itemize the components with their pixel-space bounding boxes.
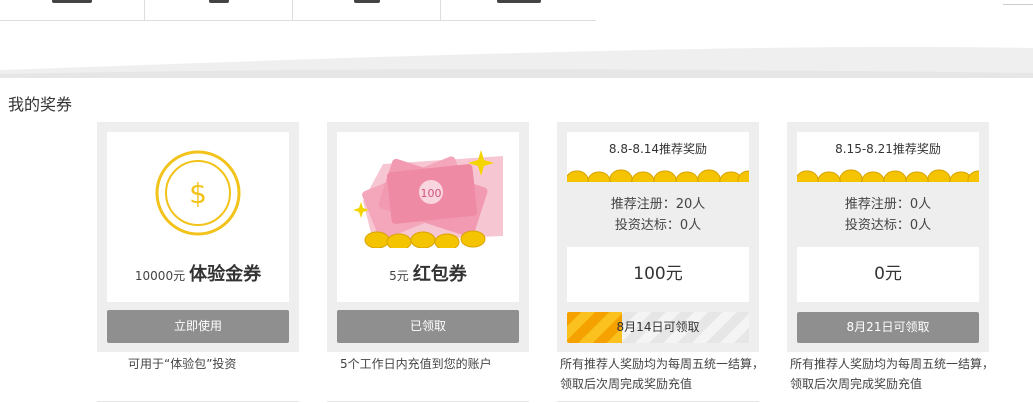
card-underline bbox=[97, 401, 299, 402]
voucher-amount-line: 5元 红包券 bbox=[337, 260, 519, 286]
weekly-reward-card: 8.15-8.21推荐奖励 推荐注册：0人 投资达标：0人 0元 8月21日可领… bbox=[787, 122, 989, 352]
voucher-inner: 100 5元 红包券 bbox=[337, 132, 519, 302]
registered-count: 推荐注册：20人 bbox=[610, 197, 706, 212]
voucher-card-experience: $ 10000元 体验金券 立即使用 bbox=[97, 122, 299, 352]
voucher-name: 体验金券 bbox=[189, 264, 262, 285]
tab-label-cropped bbox=[496, 0, 541, 3]
reward-note: 所有推荐人奖励均为每周五统一结算，领取后次周完成奖励充值 bbox=[560, 357, 765, 391]
reward-stats: 推荐注册：0人 投资达标：0人 bbox=[797, 194, 979, 236]
claimed-button[interactable]: 已领取 bbox=[337, 310, 519, 343]
gold-coin-dollar-icon: $ bbox=[155, 150, 241, 236]
gold-coins-row-icon bbox=[797, 169, 979, 182]
voucher-card-red-envelope: 100 5元 红包券 已领取 bbox=[327, 122, 529, 352]
registered-count: 推荐注册：0人 bbox=[844, 197, 932, 212]
reward-note: 所有推荐人奖励均为每周五统一结算，领取后次周完成奖励充值 bbox=[790, 357, 995, 391]
weekly-reward-card: 8.8-8.14推荐奖励 推荐注册：20人 投资达标：0人 100元 8月14日… bbox=[557, 122, 759, 352]
tab-label-cropped bbox=[52, 0, 92, 3]
card-underline bbox=[557, 401, 759, 402]
voucher-note: 可用于“体验包”投资 bbox=[128, 357, 237, 371]
voucher-amount: 5元 bbox=[389, 269, 409, 283]
tab-recharge[interactable] bbox=[145, 0, 293, 20]
reward-stats: 推荐注册：20人 投资达标：0人 bbox=[567, 194, 749, 236]
invested-count: 投资达标：0人 bbox=[614, 218, 702, 233]
red-envelope-money-icon: 100 bbox=[353, 150, 503, 248]
reward-amount: 0元 bbox=[797, 247, 979, 302]
section-title: 我的奖券 bbox=[8, 95, 73, 114]
claim-date-button[interactable]: 8月21日可领取 bbox=[797, 312, 979, 343]
tab-my-rewards[interactable] bbox=[441, 0, 596, 20]
claim-progress-bar[interactable]: 8月14日可领取 bbox=[567, 312, 749, 343]
reward-amount: 100元 bbox=[567, 247, 749, 302]
svg-text:$: $ bbox=[189, 177, 207, 210]
reward-header: 8.15-8.21推荐奖励 bbox=[797, 132, 979, 182]
voucher-amount-line: 10000元 体验金券 bbox=[107, 260, 289, 286]
gold-coins-row-icon bbox=[567, 169, 749, 182]
claim-status-label: 8月14日可领取 bbox=[616, 320, 700, 334]
card-underline bbox=[327, 401, 529, 402]
voucher-amount: 10000元 bbox=[134, 269, 186, 283]
reward-period: 8.15-8.21推荐奖励 bbox=[835, 142, 941, 156]
svg-text:100: 100 bbox=[421, 187, 442, 200]
invested-count: 投资达标：0人 bbox=[844, 218, 932, 233]
use-now-button[interactable]: 立即使用 bbox=[107, 310, 289, 343]
voucher-inner: $ 10000元 体验金券 bbox=[107, 132, 289, 302]
top-tab-bar bbox=[0, 0, 596, 21]
header-wave-divider bbox=[0, 47, 1033, 78]
tab-my-account[interactable] bbox=[0, 0, 145, 20]
corner-element bbox=[1003, 0, 1033, 5]
tab-withdraw[interactable] bbox=[293, 0, 441, 20]
tab-label-cropped bbox=[353, 0, 380, 3]
voucher-name: 红包券 bbox=[412, 264, 467, 285]
tab-label-cropped bbox=[208, 0, 229, 3]
reward-period: 8.8-8.14推荐奖励 bbox=[608, 142, 708, 156]
voucher-note: 5个工作日内充值到您的账户 bbox=[340, 357, 492, 371]
reward-header: 8.8-8.14推荐奖励 bbox=[567, 132, 749, 182]
